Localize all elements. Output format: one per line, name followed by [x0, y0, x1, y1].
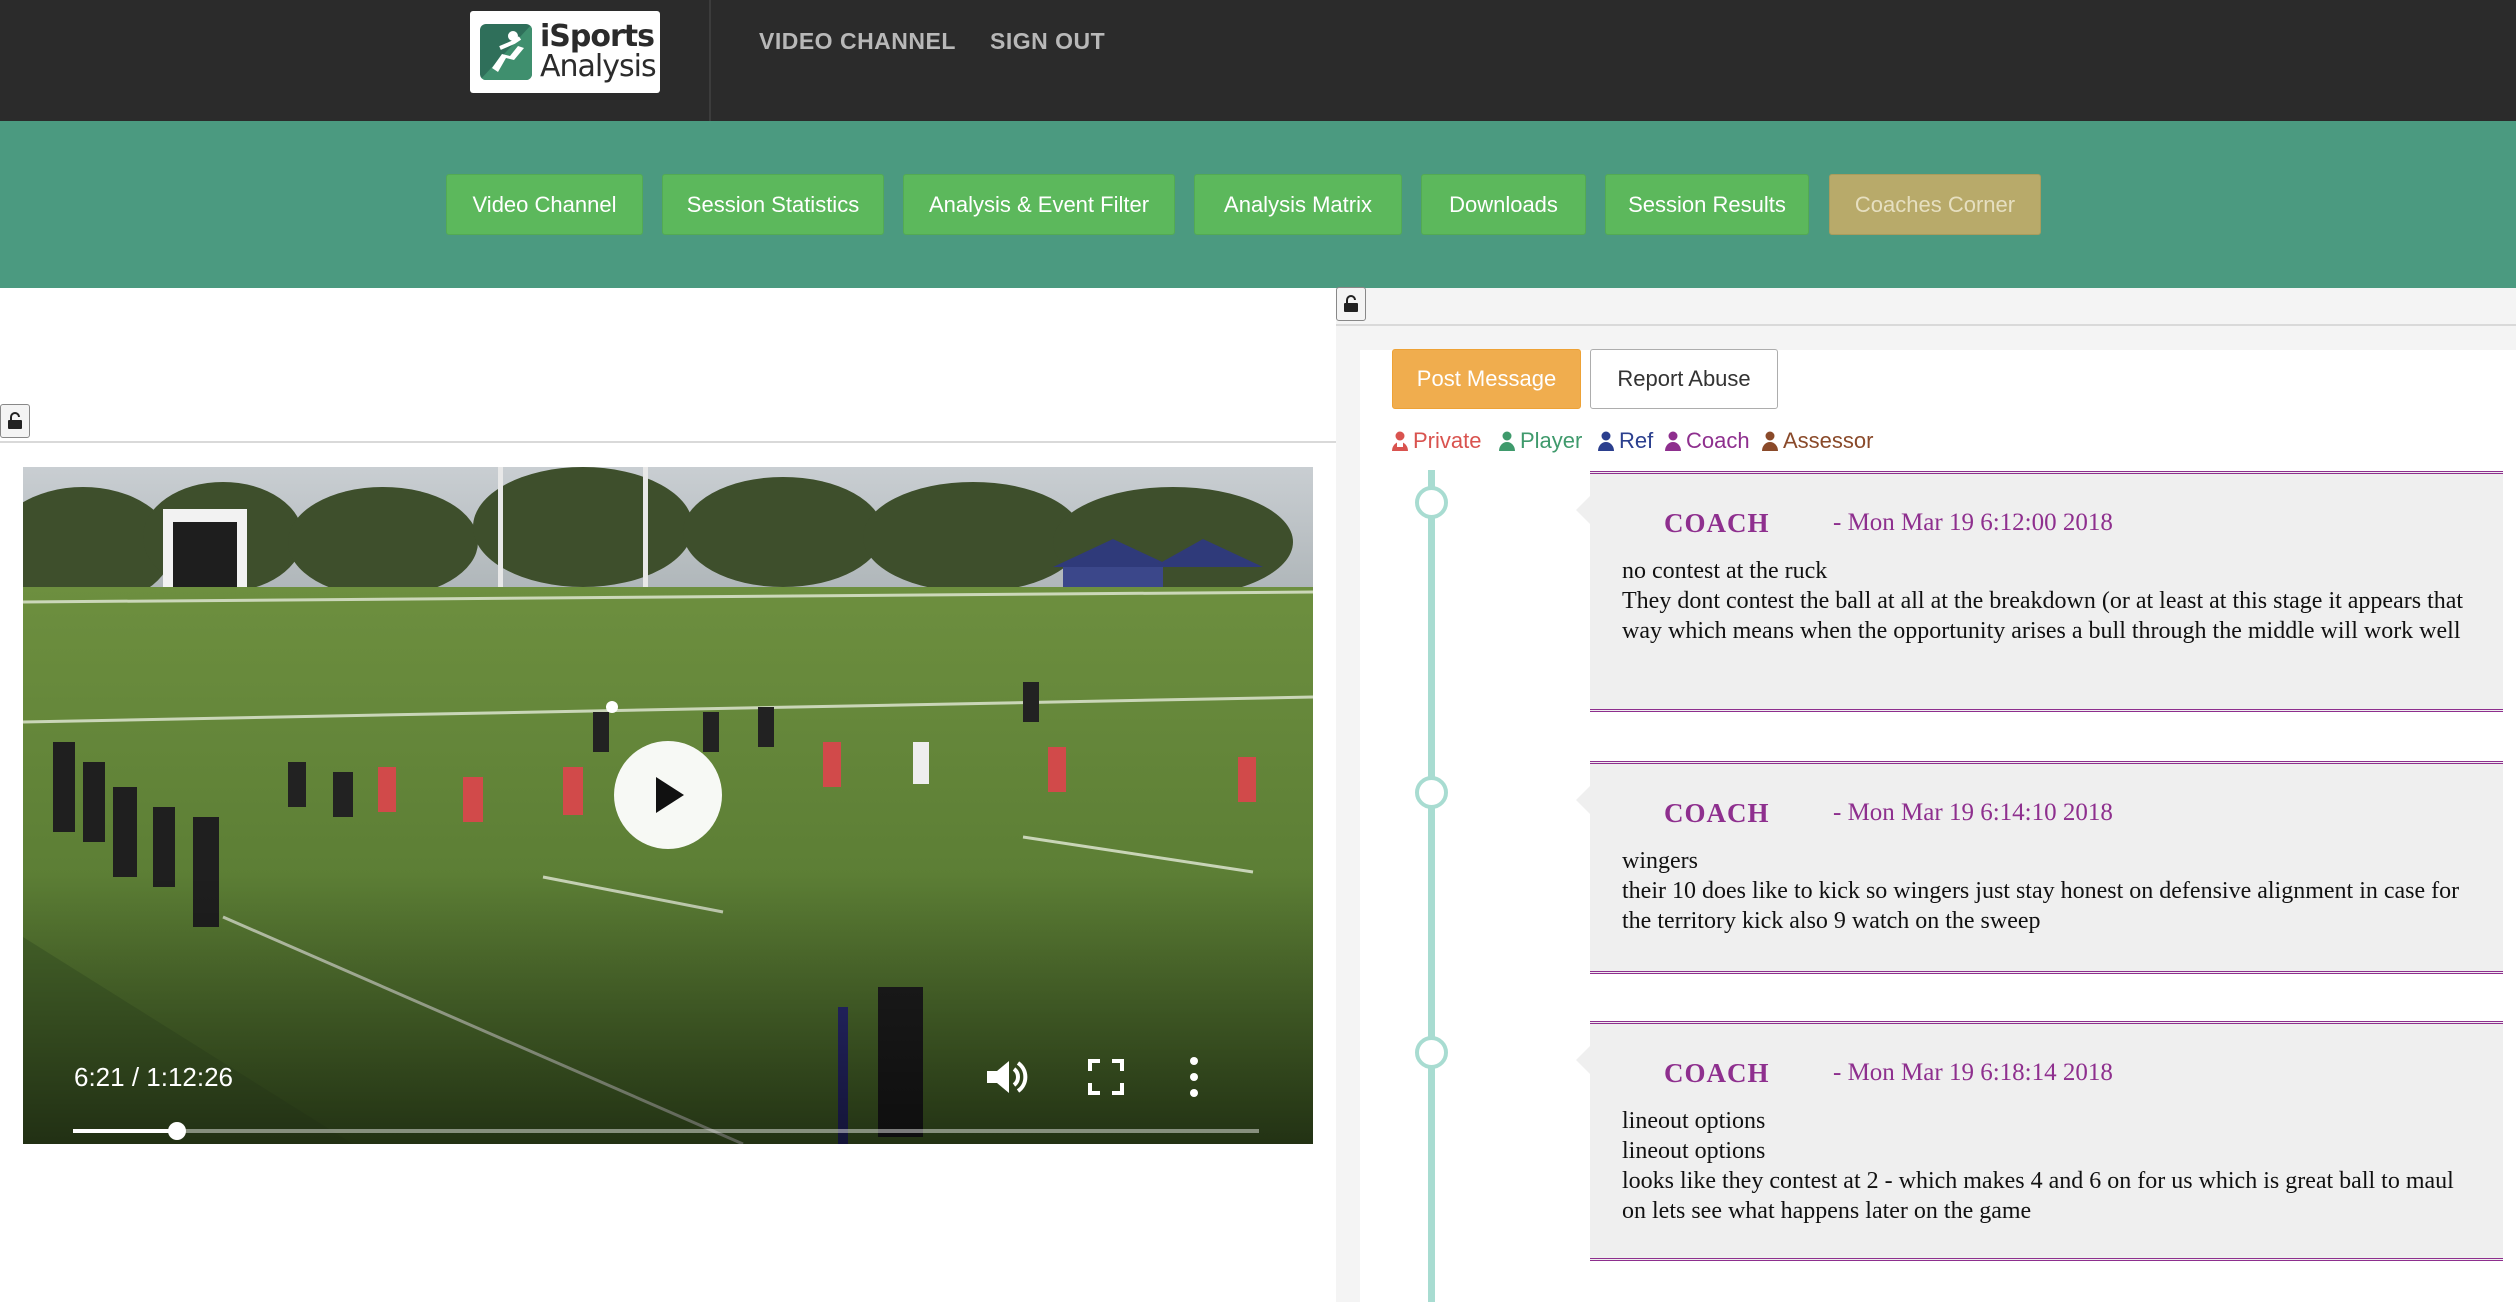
message-card: COACH - Mon Mar 19 6:18:14 2018 lineout …	[1576, 1021, 2503, 1261]
panel-divider	[0, 441, 1336, 443]
comments-lock-toggle[interactable]	[1336, 287, 1366, 321]
top-bar: iSports Analysis VIDEO CHANNEL SIGN OUT	[0, 0, 2516, 121]
fullscreen-icon	[1088, 1059, 1124, 1095]
assessor-user-icon	[1762, 431, 1778, 451]
comments-panel-divider	[1336, 324, 2516, 326]
legend-coach-label: Coach	[1686, 428, 1750, 453]
post-message-button[interactable]: Post Message	[1392, 349, 1581, 409]
legend-ref-label: Ref	[1619, 428, 1654, 453]
message-card: COACH - Mon Mar 19 6:12:00 2018 no conte…	[1576, 471, 2503, 712]
legend-coach[interactable]: Coach	[1665, 428, 1750, 454]
coach-user-icon	[1665, 431, 1681, 451]
report-abuse-button[interactable]: Report Abuse	[1590, 349, 1778, 409]
unlock-icon	[8, 412, 22, 429]
message-role: COACH	[1664, 1058, 1770, 1088]
message-date: - Mon Mar 19 6:18:14 2018	[1833, 1059, 2113, 1086]
analysis-matrix-button[interactable]: Analysis Matrix	[1194, 174, 1402, 235]
unlock-icon	[1344, 295, 1358, 312]
timeline-dot	[1415, 486, 1448, 519]
downloads-button[interactable]: Downloads	[1421, 174, 1586, 235]
message-card: COACH - Mon Mar 19 6:14:10 2018 wingers …	[1576, 761, 2503, 974]
message-line: lineout options	[1622, 1138, 1766, 1164]
message-line: no contest at the ruck	[1622, 558, 1828, 584]
ref-user-icon	[1598, 431, 1614, 451]
legend-private-label: Private	[1413, 428, 1482, 453]
message-body: no contest at the ruck They dont contest…	[1622, 556, 2482, 646]
message-line: looks like they contest at 2 - which mak…	[1622, 1168, 2454, 1224]
message-date: - Mon Mar 19 6:12:00 2018	[1833, 509, 2113, 536]
volume-button[interactable]	[981, 1053, 1029, 1106]
message-role: COACH	[1664, 798, 1770, 828]
timeline-dot	[1415, 776, 1448, 809]
video-time-display: 6:21 / 1:12:26	[74, 1062, 234, 1092]
legend-player-label: Player	[1520, 428, 1583, 453]
athlete-logo-icon	[480, 24, 532, 80]
volume-icon	[987, 1061, 1028, 1093]
message-line: wingers	[1622, 848, 1698, 874]
session-statistics-button[interactable]: Session Statistics	[662, 174, 884, 235]
panel-lock-toggle[interactable]	[0, 404, 30, 438]
video-progress-bar[interactable]	[73, 1122, 1259, 1140]
message-line: their 10 does like to kick so wingers ju…	[1622, 878, 2460, 934]
legend-private[interactable]: Private	[1392, 428, 1481, 454]
analysis-event-filter-button[interactable]: Analysis & Event Filter	[903, 174, 1175, 235]
isports-logo[interactable]: iSports Analysis	[470, 11, 660, 93]
legend-player[interactable]: Player	[1499, 428, 1582, 454]
legend-ref[interactable]: Ref	[1598, 428, 1653, 454]
more-vertical-icon	[1190, 1057, 1198, 1097]
video-progress-handle[interactable]	[168, 1122, 186, 1140]
message-line: lineout options	[1622, 1108, 1766, 1134]
logo-text-line2: Analysis	[540, 49, 657, 84]
private-user-icon	[1392, 431, 1408, 451]
legend-assessor[interactable]: Assessor	[1762, 428, 1873, 454]
message-date: - Mon Mar 19 6:14:10 2018	[1833, 799, 2113, 826]
video-player[interactable]: 6:21 / 1:12:26	[23, 467, 1313, 1144]
message-role: COACH	[1664, 508, 1770, 538]
fullscreen-button[interactable]	[1086, 1057, 1126, 1102]
message-line: They dont contest the ball at all at the…	[1622, 588, 2464, 644]
nav-sign-out-link[interactable]: SIGN OUT	[990, 28, 1105, 54]
coaches-corner-button[interactable]: Coaches Corner	[1829, 174, 2041, 235]
timeline-dot	[1415, 1036, 1448, 1069]
nav-video-channel-link[interactable]: VIDEO CHANNEL	[759, 28, 956, 54]
video-channel-button[interactable]: Video Channel	[446, 174, 643, 235]
timeline-line	[1428, 470, 1435, 1302]
header-divider	[709, 0, 711, 121]
more-options-button[interactable]	[1186, 1055, 1202, 1104]
video-progress-fill	[73, 1129, 177, 1133]
message-body: lineout options lineout options looks li…	[1622, 1106, 2482, 1226]
session-results-button[interactable]: Session Results	[1605, 174, 1809, 235]
logo-text-line1: iSports	[540, 19, 655, 54]
legend-assessor-label: Assessor	[1783, 428, 1874, 453]
message-body: wingers their 10 does like to kick so wi…	[1622, 846, 2482, 936]
play-button[interactable]	[614, 741, 722, 849]
player-user-icon	[1499, 431, 1515, 451]
play-icon	[656, 777, 684, 813]
